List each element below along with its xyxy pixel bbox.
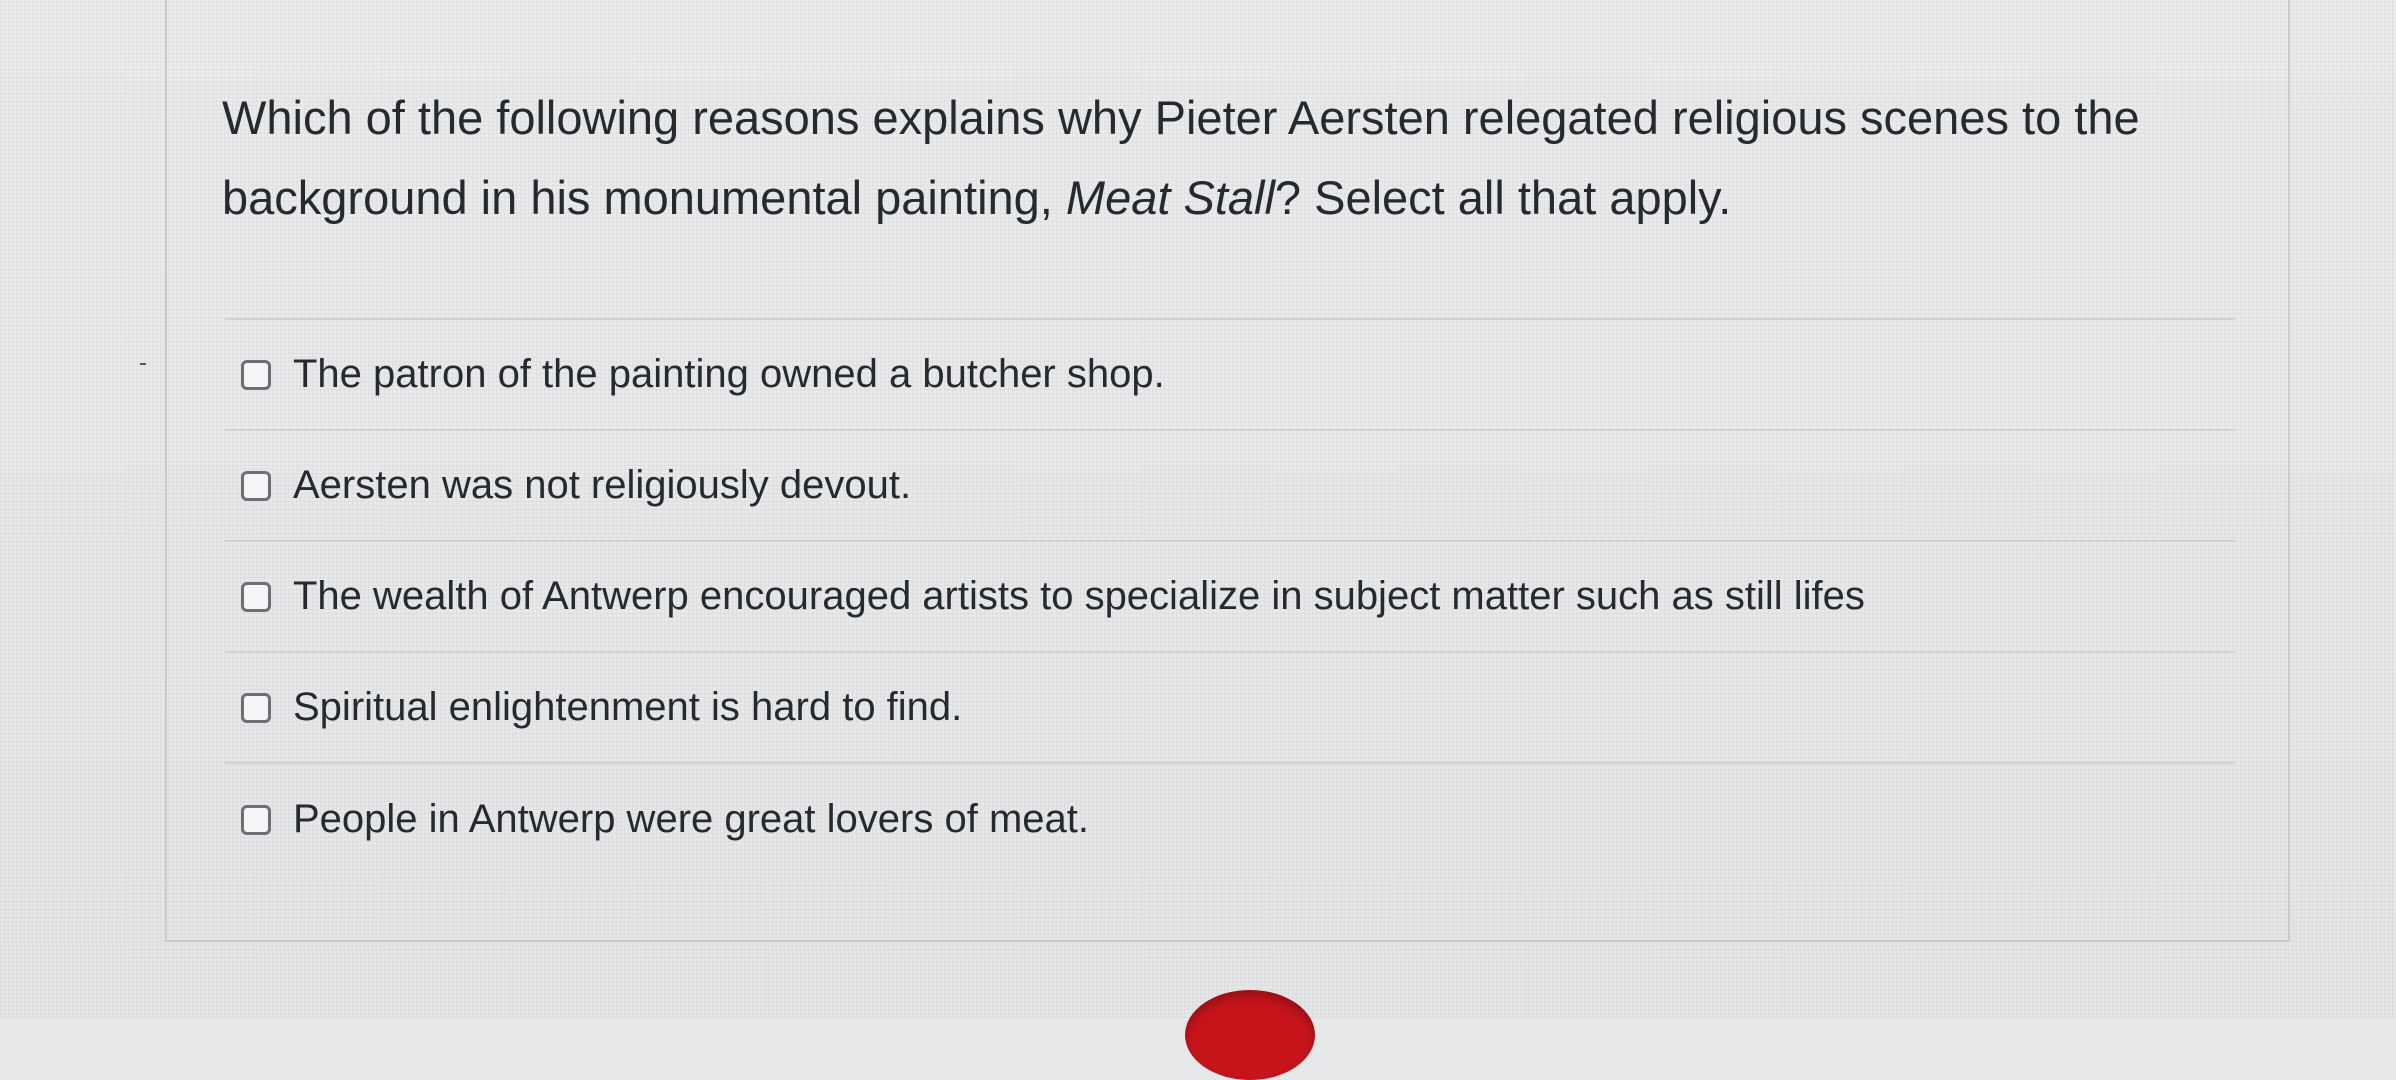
answer-checkbox-4[interactable] <box>241 692 271 723</box>
answer-checkbox-3[interactable] <box>241 581 271 612</box>
answer-option-4[interactable]: Spiritual enlightenment is hard to find. <box>225 653 2235 764</box>
screen-background: Which of the following reasons explains … <box>0 0 2396 1080</box>
answer-checkbox-5[interactable] <box>241 804 271 835</box>
answer-label-3[interactable]: The wealth of Antwerp encouraged artists… <box>293 574 1865 619</box>
answer-option-1[interactable]: The patron of the painting owned a butch… <box>225 320 2235 431</box>
painting-title: Meat Stall <box>1065 171 1275 224</box>
answer-checkbox-2[interactable] <box>241 470 271 501</box>
answer-option-2[interactable]: Aersten was not religiously devout. <box>225 431 2235 542</box>
question-text-after: ? Select all that apply. <box>1274 171 1732 224</box>
answer-list: The patron of the painting owned a butch… <box>225 318 2235 875</box>
answer-option-5[interactable]: People in Antwerp were great lovers of m… <box>225 764 2235 875</box>
answer-label-2[interactable]: Aersten was not religiously devout. <box>293 463 911 508</box>
answer-checkbox-1[interactable] <box>241 359 271 390</box>
answer-label-4[interactable]: Spiritual enlightenment is hard to find. <box>293 685 962 730</box>
answer-label-1[interactable]: The patron of the painting owned a butch… <box>293 352 1165 397</box>
question-text: Which of the following reasons explains … <box>222 78 2242 238</box>
red-round-button[interactable] <box>1185 990 1315 1080</box>
side-mark <box>140 363 146 365</box>
answer-label-5[interactable]: People in Antwerp were great lovers of m… <box>293 797 1089 842</box>
answer-option-3[interactable]: The wealth of Antwerp encouraged artists… <box>225 542 2235 653</box>
